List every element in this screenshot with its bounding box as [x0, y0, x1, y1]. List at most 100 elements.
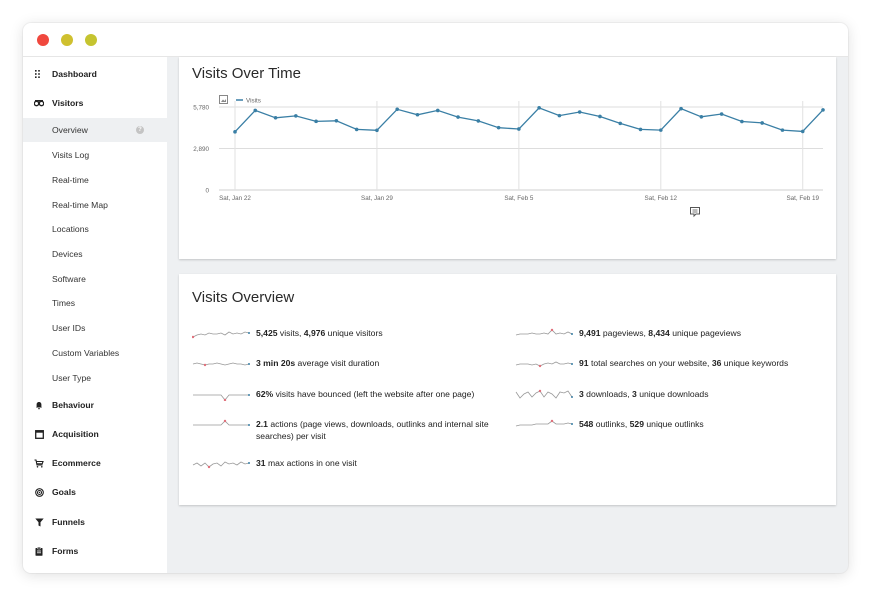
comment-icon[interactable]: [690, 207, 700, 218]
help-icon[interactable]: ?: [136, 126, 144, 134]
sidebar-item-goals[interactable]: Goals: [23, 480, 167, 504]
data-point[interactable]: [638, 127, 643, 132]
kpi-label: unique pageviews: [669, 328, 742, 338]
data-point[interactable]: [253, 108, 258, 113]
sidebar-item-software[interactable]: Software: [23, 267, 167, 291]
sidebar-item-label: User IDs: [52, 323, 86, 333]
data-point[interactable]: [334, 118, 339, 123]
data-point[interactable]: [435, 108, 440, 113]
y-tick-label: 2,890: [193, 146, 209, 153]
sidebar-item-locations[interactable]: Locations: [23, 217, 167, 241]
data-point[interactable]: [314, 119, 318, 124]
sparkline[interactable]: [192, 389, 250, 401]
sidebar-item-real-time[interactable]: Real-time: [23, 168, 167, 192]
sidebar-item-user-ids[interactable]: User IDs: [23, 316, 167, 340]
sidebar-item-label: Visits Log: [52, 150, 90, 160]
sidebar-item-label: Forms: [52, 546, 79, 556]
data-point[interactable]: [679, 106, 683, 111]
data-point[interactable]: [294, 114, 298, 118]
data-point[interactable]: [699, 114, 704, 119]
sparkline[interactable]: [515, 328, 573, 340]
sidebar-item-label: Acquisition: [52, 429, 99, 439]
sidebar-item-label: Dashboard: [52, 69, 97, 79]
data-point[interactable]: [800, 129, 805, 134]
data-point[interactable]: [598, 114, 602, 119]
data-point[interactable]: [577, 110, 582, 114]
sparkline[interactable]: [515, 419, 573, 431]
sidebar-item-funnels[interactable]: Funnels: [23, 510, 167, 534]
kpi-value: 4,976: [303, 328, 326, 338]
sparkline[interactable]: [515, 389, 573, 401]
data-point[interactable]: [618, 121, 623, 126]
sidebar-item-user-type[interactable]: User Type: [23, 366, 167, 390]
kpi-row: 2.1 actions (page views, downloads, outl…: [192, 418, 506, 442]
sidebar-item-label: Goals: [52, 487, 76, 497]
visits-line-chart: 5,780 2,890 0 Sat, Jan 22 Sat, Jan 29 Sat, Fe…: [193, 95, 825, 218]
kpi-label: total searches on your website,: [588, 358, 712, 368]
dashboard-icon: [34, 69, 44, 79]
sidebar-item-devices[interactable]: Devices: [23, 242, 167, 266]
data-point[interactable]: [496, 125, 501, 130]
sparkline[interactable]: [192, 328, 250, 340]
visitors-icon: [34, 98, 44, 108]
kpi-label: downloads,: [583, 389, 633, 399]
data-point[interactable]: [740, 119, 744, 124]
image-export-icon[interactable]: [219, 95, 228, 104]
visits-overview-card: Visits Overview 5,425 visits, 4,976 uniq…: [179, 274, 836, 505]
data-point[interactable]: [557, 113, 562, 118]
data-point[interactable]: [456, 115, 460, 119]
data-point[interactable]: [658, 128, 663, 132]
data-point[interactable]: [273, 115, 278, 120]
clipboard-icon: [34, 546, 44, 556]
visits-over-time-card: Visits Over Time 5,780 2,890 0 Sat, Jan 22 S…: [179, 57, 836, 259]
data-point[interactable]: [821, 108, 825, 112]
kpi-row: 91 total searches on your website, 36 un…: [515, 357, 788, 370]
data-point[interactable]: [233, 130, 237, 134]
kpi-label: unique visitors: [325, 328, 383, 338]
data-point[interactable]: [517, 127, 521, 131]
legend-label-visits[interactable]: Visits: [246, 97, 261, 104]
app-window: Dashboard Visitors Overview ? Visits Log…: [23, 23, 848, 573]
sidebar-item-forms[interactable]: Forms: [23, 539, 167, 563]
data-point[interactable]: [476, 119, 481, 123]
kpi-value: 36: [711, 358, 722, 368]
sidebar-item-label: User Type: [52, 373, 92, 383]
sidebar-item-real-time-map[interactable]: Real-time Map: [23, 193, 167, 217]
sidebar-item-visitors[interactable]: Visitors: [23, 91, 167, 115]
sidebar-item-times[interactable]: Times: [23, 291, 167, 315]
minimize-window-button[interactable]: [61, 34, 73, 46]
sidebar-item-label: Custom Variables: [52, 348, 120, 358]
kpi-label: unique outlinks: [644, 419, 704, 429]
kpi-text: 9,491 pageviews, 8,434 unique pageviews: [579, 327, 741, 339]
data-point[interactable]: [760, 121, 764, 125]
sparkline[interactable]: [192, 458, 250, 470]
sparkline[interactable]: [192, 419, 250, 431]
sidebar-item-ecommerce[interactable]: Ecommerce: [23, 451, 167, 475]
sidebar-item-custom-variables[interactable]: Custom Variables: [23, 341, 167, 365]
kpi-value: 62%: [256, 389, 274, 399]
data-point[interactable]: [395, 107, 400, 112]
sidebar-item-behaviour[interactable]: Behaviour: [23, 393, 167, 417]
sidebar-item-visits-log[interactable]: Visits Log: [23, 143, 167, 167]
close-window-button[interactable]: [37, 34, 49, 46]
data-point[interactable]: [354, 127, 359, 132]
maximize-window-button[interactable]: [85, 34, 97, 46]
sidebar-item-acquisition[interactable]: Acquisition: [23, 422, 167, 446]
sidebar-item-dashboard[interactable]: Dashboard: [23, 62, 167, 86]
data-point[interactable]: [780, 128, 785, 132]
kpi-row: 3 downloads, 3 unique downloads: [515, 388, 709, 401]
sparkline[interactable]: [515, 358, 573, 370]
data-point[interactable]: [719, 112, 724, 116]
sparkline[interactable]: [192, 358, 250, 370]
sidebar-item-label: Behaviour: [52, 400, 95, 410]
y-tick-label: 0: [205, 188, 209, 195]
data-point[interactable]: [415, 112, 420, 117]
data-point[interactable]: [537, 106, 541, 110]
kpi-text: 5,425 visits, 4,976 unique visitors: [256, 327, 383, 339]
sidebar-item-label: Funnels: [52, 517, 85, 527]
kpi-label: max actions in one visit: [265, 458, 357, 468]
data-point[interactable]: [375, 128, 379, 133]
sidebar-item-label: Ecommerce: [52, 458, 101, 468]
sidebar-item-overview[interactable]: Overview ?: [23, 118, 167, 142]
kpi-text: 3 downloads, 3 unique downloads: [579, 388, 709, 400]
